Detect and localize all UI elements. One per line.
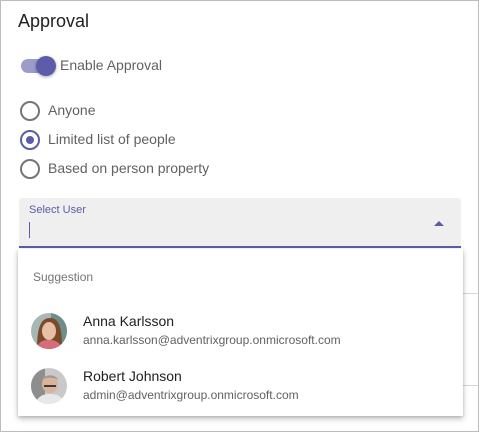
- suggestion-item-robert-johnson[interactable]: Robert Johnson admin@adventrixgroup.onmi…: [18, 364, 463, 414]
- dropdown-arrow-up-icon[interactable]: [434, 221, 444, 226]
- text-caret: [29, 222, 30, 238]
- enable-approval-toggle[interactable]: [21, 56, 57, 76]
- select-user-label: Select User: [29, 204, 86, 216]
- divider: [463, 293, 478, 294]
- panel-title: Approval: [18, 11, 90, 31]
- male-avatar-icon: [31, 368, 67, 404]
- toggle-label: Enable Approval: [60, 57, 162, 73]
- radio-circle-icon[interactable]: [20, 159, 40, 179]
- radio-dot: [26, 136, 34, 144]
- radio-label: Anyone: [48, 102, 96, 118]
- radio-circle-icon[interactable]: [20, 101, 40, 121]
- person-email: admin@adventrixgroup.onmicrosoft.com: [83, 388, 299, 402]
- toggle-thumb[interactable]: [36, 56, 56, 76]
- radio-checked-icon[interactable]: [20, 130, 40, 150]
- divider: [463, 385, 478, 386]
- radio-label: Based on person property: [48, 160, 210, 176]
- person-name: Anna Karlsson: [83, 313, 175, 329]
- suggestion-header: Suggestion: [33, 270, 94, 284]
- person-email: anna.karlsson@adventrixgroup.onmicrosoft…: [83, 333, 341, 347]
- female-avatar-icon: [31, 313, 67, 349]
- suggestion-popup: Suggestion Anna Karlsson anna.karlsson@a…: [18, 249, 463, 416]
- suggestion-item-anna-karlsson[interactable]: Anna Karlsson anna.karlsson@adventrixgro…: [18, 309, 463, 359]
- person-name: Robert Johnson: [83, 368, 182, 384]
- radio-label: Limited list of people: [48, 131, 176, 147]
- select-user-field[interactable]: Select User: [19, 198, 461, 248]
